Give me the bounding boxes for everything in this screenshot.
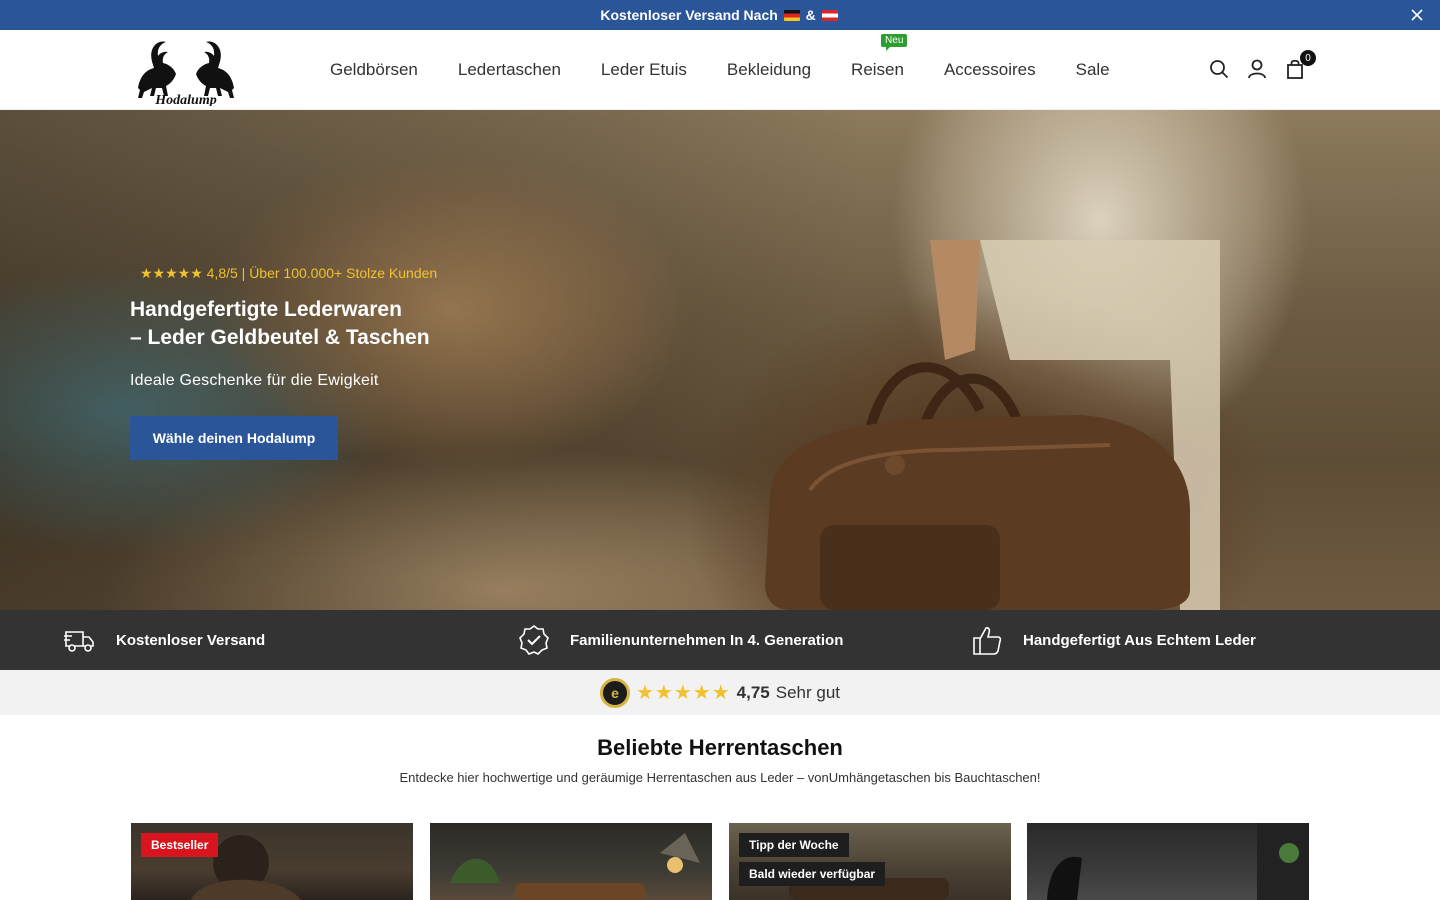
trusted-shops-bar[interactable]: e ★★★★★ 4,75 Sehr gut (0, 670, 1440, 715)
nav-item-geldboersen[interactable]: Geldbörsen (330, 60, 418, 80)
truck-icon (64, 631, 94, 652)
product-image (1047, 823, 1309, 900)
rating-score: 4,75 (736, 682, 770, 702)
search-icon[interactable] (1208, 58, 1230, 80)
germany-flag-icon (783, 9, 800, 21)
usp-item-family: Familienunternehmen In 4. Generation (518, 610, 843, 670)
account-icon[interactable] (1246, 58, 1268, 80)
availability-badge: Bald wieder verfügbar (739, 862, 886, 886)
usp-bar: Kostenloser Versand Familienunternehmen … (0, 610, 1440, 670)
bestseller-badge: Bestseller (141, 833, 219, 857)
usp-item-shipping: Kostenloser Versand (64, 610, 265, 670)
nav-item-accessoires[interactable]: Accessoires (944, 60, 1036, 80)
main-nav: Geldbörsen Ledertaschen Leder Etuis Bekl… (330, 30, 1150, 110)
hero-title-line2: – Leder Geldbeutel & Taschen (130, 326, 430, 349)
product-card[interactable]: Tipp der Woche Bald wieder verfügbar (729, 823, 1011, 900)
product-card[interactable]: Bestseller (131, 823, 413, 900)
usp-item-handmade: Handgefertigt Aus Echtem Leder (971, 610, 1256, 670)
product-card[interactable] (430, 823, 712, 900)
close-icon[interactable] (1410, 8, 1424, 22)
svg-text:Hodalump: Hodalump (154, 93, 216, 106)
hero-cta-button[interactable]: Wähle deinen Hodalump (130, 416, 338, 460)
nav-item-reisen[interactable]: Neu Reisen (851, 34, 908, 80)
hero-subtitle: Ideale Geschenke für die Ewigkeit (130, 372, 379, 389)
nav-label: Ledertaschen (457, 60, 561, 79)
nav-item-sale[interactable]: Sale (1076, 60, 1110, 80)
announcement-bar: Kostenloser Versand Nach & (0, 0, 1440, 30)
nav-label: Leder Etuis (600, 60, 687, 79)
austria-flag-icon (821, 9, 838, 21)
leather-bag-image (765, 240, 1220, 610)
section-title: Beliebte Herrentaschen (597, 735, 843, 760)
hero-rating: ★★★★★ 4,8/5 | Über 100.000+ Stolze Kunde… (140, 265, 438, 281)
nav-label: Geldbörsen (330, 60, 418, 79)
rating-verdict: Sehr gut (775, 682, 840, 702)
usp-label: Familienunternehmen In 4. Generation (570, 631, 844, 649)
hero-shade (0, 110, 1440, 610)
section-subtitle: Entdecke hier hochwertige und geräumige … (399, 770, 1041, 785)
announcement-text: Kostenloser Versand Nach (600, 7, 778, 23)
nav-label: Bekleidung (726, 60, 812, 79)
hero-title: Handgefertigte Lederwaren – Leder Geldbe… (130, 296, 430, 352)
nav-item-ledertaschen[interactable]: Ledertaschen (458, 60, 561, 80)
product-card[interactable] (1027, 823, 1309, 900)
thumbs-up-icon (973, 627, 1002, 655)
cart-button[interactable]: 0 (1284, 50, 1316, 80)
cart-count-badge: 0 (1300, 50, 1316, 66)
new-badge: Neu (881, 34, 908, 51)
hodalump-logo[interactable]: Hodalump (130, 36, 242, 106)
hero-banner: ★★★★★ 4,8/5 | Über 100.000+ Stolze Kunde… (0, 110, 1440, 610)
badge-check-icon (519, 625, 549, 655)
product-image (450, 833, 700, 900)
nav-item-leder-etuis[interactable]: Leder Etuis (601, 60, 687, 80)
nav-label: Reisen (851, 60, 904, 79)
header-icons: 0 (1208, 50, 1316, 80)
tip-badge: Tipp der Woche (739, 833, 849, 857)
nav-label: Sale (1075, 60, 1110, 79)
hero-title-line1: Handgefertigte Lederwaren (130, 298, 402, 321)
nav-item-bekleidung[interactable]: Bekleidung (727, 60, 811, 80)
announcement-and: & (805, 7, 816, 23)
trusted-shops-seal-icon: e (599, 677, 630, 708)
site-header: Hodalump Geldbörsen Ledertaschen Leder E… (0, 30, 1440, 110)
usp-label: Handgefertigt Aus Echtem Leder (1023, 631, 1256, 649)
usp-label: Kostenloser Versand (116, 631, 266, 649)
nav-label: Accessoires (943, 60, 1036, 79)
rating-stars: ★★★★★ (635, 682, 731, 704)
